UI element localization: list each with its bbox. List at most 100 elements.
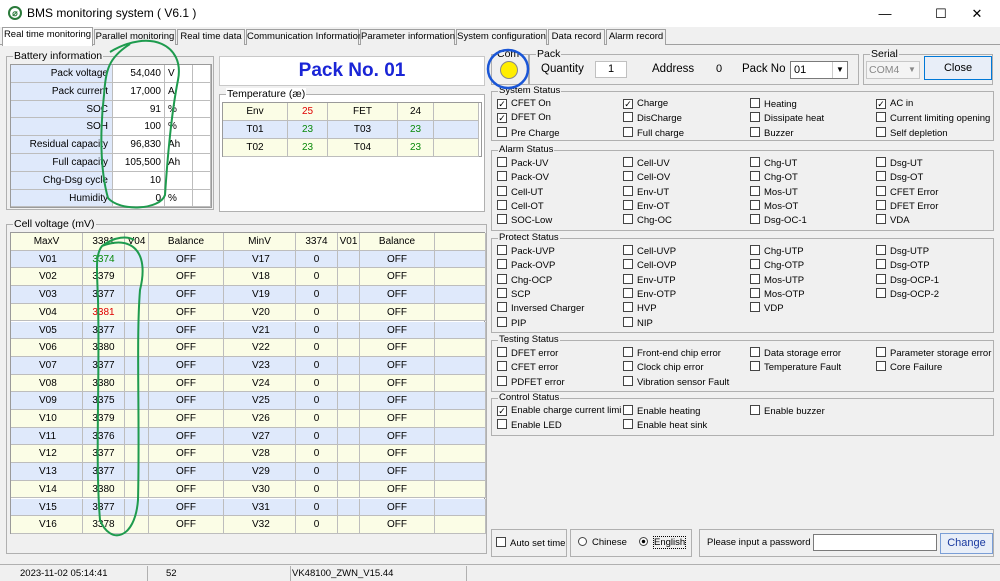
protect-status-checkbox[interactable]: NIP — [623, 316, 653, 330]
protect-status-checkbox[interactable]: VDP — [750, 302, 784, 315]
protect-status-checkbox[interactable]: Chg-OCP — [497, 273, 552, 287]
checkbox-box[interactable] — [496, 537, 506, 547]
radio-icon[interactable] — [578, 537, 587, 546]
quantity-field[interactable]: 1 — [595, 61, 627, 78]
alarm-status-checkbox[interactable]: Chg-UT — [750, 157, 797, 170]
radio-selected-icon[interactable] — [639, 537, 648, 546]
pack-no-select[interactable]: 01 ▼ — [790, 61, 848, 79]
protect-status-checkbox[interactable]: Chg-OTP — [750, 259, 804, 272]
tab-parallel-monitoring[interactable]: Parallel monitoring — [94, 29, 176, 45]
minimize-button[interactable]: — — [862, 0, 908, 27]
system-status-checkbox[interactable]: Self depletion — [876, 126, 948, 140]
alarm-status-checkbox[interactable]: Env-OT — [623, 199, 670, 213]
checkbox-box[interactable] — [876, 245, 886, 255]
system-status-checkbox[interactable]: ✓ DFET On — [497, 112, 551, 124]
alarm-status-checkbox[interactable]: SOC-Low — [497, 214, 552, 227]
system-status-checkbox[interactable]: ✓ AC in — [876, 98, 913, 110]
protect-status-checkbox[interactable]: Dsg-OCP-1 — [876, 273, 939, 287]
checkbox-box[interactable] — [623, 302, 633, 313]
checkbox-box[interactable] — [497, 273, 507, 284]
testing-status-checkbox[interactable]: Clock chip error — [623, 361, 704, 374]
checkbox-box[interactable] — [497, 347, 507, 357]
checkbox-box[interactable] — [750, 199, 760, 210]
checkbox-box[interactable] — [750, 171, 760, 182]
alarm-status-checkbox[interactable]: Mos-UT — [750, 185, 798, 199]
checkbox-box[interactable] — [497, 361, 507, 372]
change-button[interactable]: Change — [940, 533, 993, 554]
checkbox-box[interactable] — [750, 361, 760, 372]
checkbox-box[interactable] — [623, 419, 633, 430]
protect-status-checkbox[interactable]: Chg-UTP — [750, 245, 804, 258]
protect-status-checkbox[interactable]: Inversed Charger — [497, 302, 584, 315]
checkmark-icon[interactable]: ✓ — [623, 99, 633, 109]
alarm-status-checkbox[interactable]: Env-UT — [623, 185, 669, 199]
checkbox-box[interactable] — [623, 405, 633, 415]
checkbox-box[interactable] — [876, 185, 886, 196]
alarm-status-checkbox[interactable]: Chg-OC — [623, 214, 672, 227]
testing-status-checkbox[interactable]: CFET error — [497, 361, 558, 374]
serial-port-select[interactable]: COM4 ▼ — [866, 61, 920, 79]
protect-status-checkbox[interactable]: Dsg-UTP — [876, 245, 929, 258]
testing-status-checkbox[interactable]: Vibration sensor Fault — [623, 375, 729, 389]
checkbox-box[interactable] — [497, 302, 507, 313]
checkbox-box[interactable] — [623, 214, 633, 225]
testing-status-checkbox[interactable]: DFET error — [497, 347, 558, 360]
checkbox-box[interactable] — [497, 245, 507, 255]
tab-parameter-information[interactable]: Parameter information — [360, 29, 455, 45]
checkbox-box[interactable] — [623, 375, 633, 386]
system-status-checkbox[interactable]: Dissipate heat — [750, 112, 824, 125]
checkbox-box[interactable] — [750, 347, 760, 357]
protect-status-checkbox[interactable]: Mos-OTP — [750, 287, 805, 301]
checkbox-box[interactable] — [497, 126, 507, 137]
close-port-button[interactable]: Close — [924, 56, 992, 80]
checkbox-box[interactable] — [497, 214, 507, 225]
alarm-status-checkbox[interactable]: Dsg-UT — [876, 157, 923, 170]
protect-status-checkbox[interactable]: SCP — [497, 287, 531, 301]
english-radio[interactable]: English — [639, 536, 687, 549]
checkbox-box[interactable] — [623, 245, 633, 255]
system-status-checkbox[interactable]: Heating — [750, 98, 797, 111]
alarm-status-checkbox[interactable]: Dsg-OT — [876, 171, 923, 184]
alarm-status-checkbox[interactable]: Cell-UT — [497, 185, 543, 199]
protect-status-checkbox[interactable]: HVP — [623, 302, 657, 315]
tab-real-time-monitoring[interactable]: Real time monitoring — [2, 27, 93, 46]
tab-communication-information[interactable]: Communication Information — [246, 29, 363, 45]
testing-status-checkbox[interactable]: Core Failure — [876, 361, 942, 374]
alarm-status-checkbox[interactable]: DFET Error — [876, 199, 938, 213]
chevron-down-icon[interactable]: ▼ — [832, 62, 847, 78]
control-status-checkbox[interactable]: Enable LED — [497, 419, 562, 432]
protect-status-checkbox[interactable]: Dsg-OTP — [876, 259, 930, 272]
control-status-checkbox[interactable]: Enable heat sink — [623, 419, 707, 432]
testing-status-checkbox[interactable]: Parameter storage error — [876, 347, 991, 360]
checkbox-box[interactable] — [623, 287, 633, 298]
tab-system-configuration[interactable]: System configuration — [456, 29, 547, 45]
checkbox-box[interactable] — [876, 171, 886, 182]
checkbox-box[interactable] — [876, 347, 886, 357]
checkbox-box[interactable] — [750, 126, 760, 137]
checkbox-box[interactable] — [876, 199, 886, 210]
auto-set-time-checkbox[interactable]: Auto set time — [496, 537, 565, 550]
chevron-down-icon[interactable]: ▼ — [905, 62, 919, 78]
checkmark-icon[interactable]: ✓ — [876, 99, 886, 109]
checkbox-box[interactable] — [497, 287, 507, 298]
alarm-status-checkbox[interactable]: CFET Error — [876, 185, 938, 199]
protect-status-checkbox[interactable]: PIP — [497, 316, 526, 330]
checkbox-box[interactable] — [750, 185, 760, 196]
checkmark-icon[interactable]: ✓ — [497, 406, 507, 416]
checkbox-box[interactable] — [876, 259, 886, 270]
checkbox-box[interactable] — [623, 347, 633, 357]
system-status-checkbox[interactable]: Buzzer — [750, 126, 794, 140]
checkbox-box[interactable] — [497, 171, 507, 182]
checkmark-icon[interactable]: ✓ — [497, 113, 507, 124]
control-status-checkbox[interactable]: Enable buzzer — [750, 405, 825, 418]
protect-status-checkbox[interactable]: Cell-OVP — [623, 259, 677, 272]
alarm-status-checkbox[interactable]: Pack-UV — [497, 157, 548, 170]
checkbox-box[interactable] — [497, 259, 507, 270]
checkbox-box[interactable] — [750, 287, 760, 298]
checkbox-box[interactable] — [750, 259, 760, 270]
checkbox-box[interactable] — [623, 112, 633, 123]
alarm-status-checkbox[interactable]: Cell-OV — [623, 171, 670, 184]
password-input[interactable] — [813, 534, 937, 551]
system-status-checkbox[interactable]: DisCharge — [623, 112, 682, 125]
tab-data-record[interactable]: Data record — [548, 29, 605, 45]
